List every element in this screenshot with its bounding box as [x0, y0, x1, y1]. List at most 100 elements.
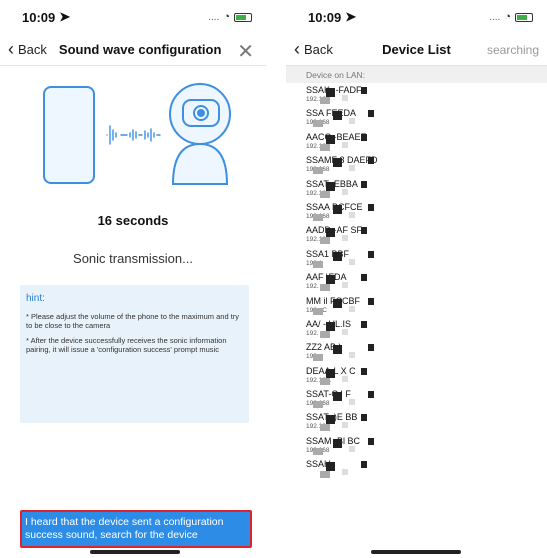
redaction-mask: [333, 298, 342, 308]
redaction-mask: [361, 87, 367, 94]
redaction-mask: [320, 237, 330, 245]
redaction-mask: [349, 258, 355, 265]
device-name: ZZ2 AB ): [306, 342, 342, 353]
device-list-item[interactable]: SSA1 BBF192.1: [286, 247, 547, 270]
battery-icon: [234, 12, 252, 22]
battery-icon: [515, 12, 533, 22]
redaction-mask: [326, 275, 335, 285]
redaction-mask: [361, 414, 367, 422]
redaction-mask: [326, 368, 335, 378]
device-list-item[interactable]: SSAM -Bl BC192.168: [286, 434, 547, 457]
redaction-mask: [361, 180, 367, 188]
redaction-mask: [333, 111, 342, 121]
chevron-left-icon: ‹: [294, 38, 300, 59]
device-name: SSA FEEDA: [306, 108, 357, 119]
redaction-mask: [320, 190, 330, 198]
redaction-mask: [320, 284, 330, 292]
status-time: 10:09: [22, 9, 56, 25]
redaction-mask: [326, 228, 335, 238]
redaction-mask: [361, 461, 367, 469]
device-list-item[interactable]: AADD -AF SF 192.16: [286, 223, 547, 246]
device-name: SSAT-C I F: [306, 389, 351, 400]
status-time: 10:09: [308, 9, 342, 25]
device-list-item[interactable]: ZZ2 AB )192.: [286, 340, 547, 363]
redaction-mask: [313, 213, 323, 221]
redaction-mask: [342, 375, 348, 382]
device-list-item[interactable]: SSAH-: [286, 457, 547, 480]
device-list-item[interactable]: AAF \FDA 192.: [286, 270, 547, 293]
redaction-mask: [326, 181, 335, 191]
redaction-mask: [326, 134, 335, 144]
device-name: MM il FCCBF: [306, 295, 360, 306]
chevron-left-icon: ‹: [8, 38, 14, 59]
device-list-item[interactable]: SSAMF 3 DAEFD192.168: [286, 153, 547, 176]
search-device-button[interactable]: I heard that the device sent a configura…: [20, 510, 252, 548]
redaction-mask: [333, 251, 342, 261]
redaction-mask: [333, 392, 342, 402]
device-ip: 192. :C: [306, 306, 327, 314]
redaction-mask: [326, 321, 335, 331]
redaction-mask: [368, 203, 374, 211]
redaction-mask: [368, 437, 374, 445]
device-list-item[interactable]: SSAT- EBBA 192.168: [286, 177, 547, 200]
device-list-item[interactable]: AA/ - UL.IS 192.: [286, 317, 547, 340]
redaction-mask: [368, 110, 374, 118]
status-time-group: 10:09 ➤: [308, 9, 356, 25]
redaction-mask: [349, 211, 355, 218]
back-button[interactable]: ‹ Back: [8, 38, 47, 59]
redaction-mask: [349, 165, 355, 172]
phone-to-camera-illustration: [43, 83, 231, 185]
redaction-mask: [342, 188, 348, 195]
device-list-item[interactable]: SSAK- -FADF 192.168: [286, 83, 547, 106]
redaction-mask: [333, 345, 342, 355]
device-name: SSAM -Bl BC: [306, 435, 361, 446]
redaction-mask: [368, 344, 374, 352]
redaction-mask: [349, 445, 355, 452]
device-list-item[interactable]: DEAA-L X C 192.168.: [286, 364, 547, 387]
device-list-item[interactable]: AACC -BEAEE 192.168: [286, 130, 547, 153]
back-button[interactable]: ‹ Back: [294, 38, 333, 59]
home-indicator: [371, 550, 461, 554]
close-icon[interactable]: ✕: [237, 39, 254, 64]
redaction-mask: [326, 88, 335, 97]
redaction-mask: [313, 167, 323, 175]
redaction-mask: [320, 424, 330, 432]
sound-wave-icon: [106, 125, 161, 145]
hint-title: hint:: [26, 293, 45, 304]
redaction-mask: [349, 305, 355, 312]
redaction-mask: [333, 158, 342, 168]
searching-status: searching: [486, 42, 539, 57]
redaction-mask: [368, 157, 374, 165]
redaction-mask: [342, 282, 348, 289]
phone-icon: [43, 86, 95, 184]
device-list-item[interactable]: SSAA BCFCE192.168: [286, 200, 547, 223]
redaction-mask: [326, 462, 335, 472]
device-list-item[interactable]: SSA FEEDA192.168: [286, 106, 547, 129]
redaction-mask: [361, 367, 367, 375]
device-ip: 192.168: [306, 447, 547, 455]
redaction-mask: [320, 330, 330, 338]
nav-bar: ‹ Back Sound wave configuration ✕: [0, 34, 266, 66]
transmission-status: Sonic transmission...: [73, 251, 193, 266]
countdown-timer: 16 seconds: [97, 213, 169, 228]
redaction-mask: [320, 97, 330, 104]
device-list-item[interactable]: SSAT- )E BB 192.168: [286, 410, 547, 433]
nav-bar: ‹ Back Device List searching: [286, 34, 547, 66]
hint-item: * After the device successfully receives…: [26, 336, 227, 354]
device-ip: 192.168: [306, 400, 547, 408]
redaction-mask: [313, 447, 323, 455]
redaction-mask: [342, 235, 348, 242]
device-list-item[interactable]: MM il FCCBF192. :C: [286, 294, 547, 317]
redaction-mask: [313, 307, 323, 315]
wifi-icon: ◔: [223, 11, 230, 23]
location-arrow-icon: ➤: [59, 9, 71, 24]
device-list-item[interactable]: SSAT-C I F192.168: [286, 387, 547, 410]
device-list: SSAK- -FADF192.168SSA FEEDA192.168AACC -…: [286, 83, 547, 481]
redaction-mask: [342, 141, 348, 148]
signal-icon: ....: [208, 11, 220, 23]
device-ip: 192.1: [306, 260, 547, 268]
redaction-mask: [361, 320, 367, 328]
device-name: SSAMF 3 DAEFD: [306, 155, 378, 166]
back-label: Back: [304, 42, 333, 57]
redaction-mask: [313, 260, 323, 268]
